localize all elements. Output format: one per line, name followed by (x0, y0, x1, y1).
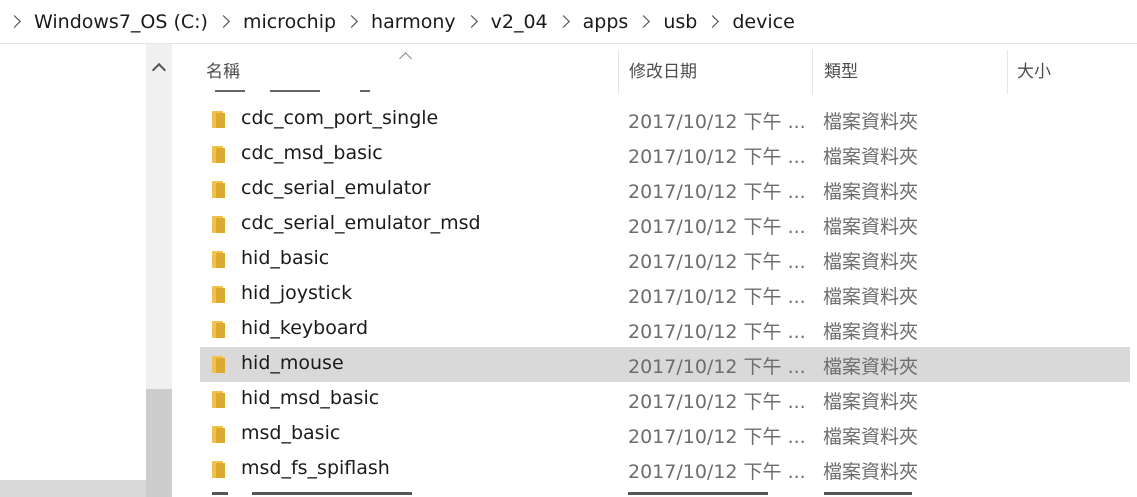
file-type: 檔案資料夾 (823, 321, 919, 343)
chevron-right-icon[interactable] (637, 15, 651, 28)
file-type: 檔案資料夾 (823, 356, 919, 378)
file-row[interactable]: cdc_com_port_single 2017/10/12 下午 ... 檔案資料… (200, 102, 1130, 137)
folder-icon (212, 391, 230, 408)
file-type: 檔案資料夾 (823, 286, 919, 308)
file-type: 檔案資料夾 (823, 251, 919, 273)
chevron-right-icon[interactable] (217, 15, 230, 28)
navigation-scrollbar[interactable] (146, 44, 172, 497)
file-date-modified: 2017/10/12 下午 ... (628, 426, 806, 448)
file-name: hid_joystick (241, 282, 353, 304)
folder-icon (212, 461, 230, 478)
file-type: 檔案資料夾 (823, 111, 919, 133)
column-divider[interactable] (1007, 50, 1008, 94)
folder-icon (212, 426, 230, 443)
file-date-modified: 2017/10/12 下午 ... (628, 321, 806, 343)
navigation-pane-selected-item[interactable] (0, 480, 146, 497)
column-header-size[interactable]: 大小 (1017, 44, 1051, 94)
breadcrumb-item[interactable]: device (732, 11, 794, 33)
file-type: 檔案資料夾 (823, 426, 919, 448)
file-name: hid_keyboard (241, 317, 369, 339)
file-date-modified: 2017/10/12 下午 ... (628, 391, 806, 413)
file-date-modified: 2017/10/12 下午 ... (628, 461, 806, 483)
breadcrumb-item[interactable]: v2_04 (491, 11, 548, 33)
breadcrumb-item[interactable]: microchip (243, 11, 336, 33)
partially-visible-row (212, 492, 912, 497)
file-date-modified: 2017/10/12 下午 ... (628, 356, 806, 378)
file-row[interactable]: hid_joystick 2017/10/12 下午 ... 檔案資料夾 (200, 277, 1130, 312)
file-type: 檔案資料夾 (823, 461, 919, 483)
folder-icon (212, 286, 230, 303)
file-row[interactable]: msd_basic 2017/10/12 下午 ... 檔案資料夾 (200, 417, 1130, 452)
column-header-row: 名稱 修改日期 類型 大小 (172, 44, 1137, 94)
file-type: 檔案資料夾 (823, 181, 919, 203)
chevron-right-icon[interactable] (345, 15, 358, 28)
file-date-modified: 2017/10/12 下午 ... (628, 286, 806, 308)
file-date-modified: 2017/10/12 下午 ... (628, 181, 806, 203)
breadcrumb-item[interactable]: apps (583, 11, 629, 33)
sort-ascending-icon (399, 52, 412, 65)
file-name: cdc_serial_emulator (241, 177, 431, 199)
file-name: cdc_msd_basic (241, 142, 383, 164)
folder-icon (212, 181, 230, 198)
chevron-right-icon[interactable] (706, 15, 720, 28)
file-row[interactable]: msd_fs_spiflash 2017/10/12 下午 ... 檔案資料夾 (200, 452, 1130, 487)
file-type: 檔案資料夾 (823, 391, 919, 413)
column-header-type[interactable]: 類型 (824, 44, 858, 94)
file-date-modified: 2017/10/12 下午 ... (628, 146, 806, 168)
chevron-right-icon[interactable] (464, 15, 478, 28)
scroll-up-button[interactable] (146, 54, 172, 80)
chevron-right-icon[interactable] (556, 15, 570, 28)
file-row[interactable]: hid_basic 2017/10/12 下午 ... 檔案資料夾 (200, 242, 1130, 277)
folder-icon (212, 356, 230, 373)
file-row[interactable]: cdc_serial_emulator 2017/10/12 下午 ... 檔案資料… (200, 172, 1130, 207)
file-row[interactable]: hid_mouse 2017/10/12 下午 ... 檔案資料夾 (200, 347, 1130, 382)
breadcrumb-item[interactable]: Windows7_OS (C:) (34, 11, 208, 33)
scrollbar-thumb[interactable] (146, 389, 172, 497)
breadcrumb-item[interactable]: harmony (371, 11, 456, 33)
file-date-modified: 2017/10/12 下午 ... (628, 251, 806, 273)
folder-icon (212, 146, 230, 163)
file-name: hid_basic (241, 247, 330, 269)
file-row[interactable]: hid_msd_basic 2017/10/12 下午 ... 檔案資料夾 (200, 382, 1130, 417)
breadcrumb: Windows7_OS (C:) microchip harmony v2_04 app… (0, 0, 1137, 44)
file-list: cdc_com_port_single 2017/10/12 下午 ... 檔案資料… (200, 102, 1137, 487)
partially-visible-row (210, 90, 610, 96)
file-date-modified: 2017/10/12 下午 ... (628, 111, 806, 133)
navigation-pane[interactable] (0, 44, 146, 497)
file-row[interactable]: cdc_msd_basic 2017/10/12 下午 ... 檔案資料夾 (200, 137, 1130, 172)
file-name: hid_mouse (241, 352, 344, 374)
column-header-name[interactable]: 名稱 (206, 44, 240, 94)
file-name: cdc_com_port_single (241, 107, 439, 129)
file-type: 檔案資料夾 (823, 146, 919, 168)
column-header-date-modified[interactable]: 修改日期 (629, 44, 697, 94)
file-name: msd_fs_spiflash (241, 457, 390, 479)
chevron-right-icon[interactable] (8, 15, 21, 28)
folder-icon (212, 111, 230, 128)
file-row[interactable]: hid_keyboard 2017/10/12 下午 ... 檔案資料夾 (200, 312, 1130, 347)
file-row[interactable]: cdc_serial_emulator_msd 2017/10/12 下午 ...… (200, 207, 1130, 242)
file-name: msd_basic (241, 422, 341, 444)
file-name: hid_msd_basic (241, 387, 380, 409)
folder-icon (212, 321, 230, 338)
file-date-modified: 2017/10/12 下午 ... (628, 216, 806, 238)
folder-icon (212, 216, 230, 233)
column-divider[interactable] (618, 50, 619, 94)
column-divider[interactable] (812, 50, 813, 94)
chevron-up-icon (151, 62, 167, 77)
folder-icon (212, 251, 230, 268)
breadcrumb-item[interactable]: usb (663, 11, 697, 33)
file-type: 檔案資料夾 (823, 216, 919, 238)
file-name: cdc_serial_emulator_msd (241, 212, 481, 234)
